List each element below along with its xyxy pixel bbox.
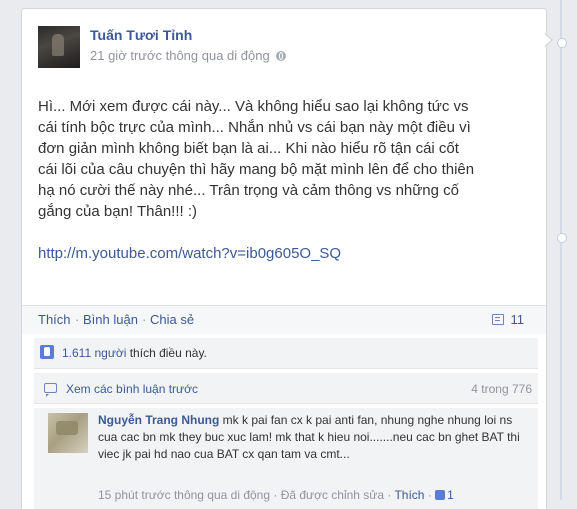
timeline-marker [557,38,567,48]
post-text-line: đơn giản mình không biết bạn là ai... Kh… [38,140,459,157]
author-avatar[interactable] [38,26,80,68]
comment-pager-count: 4 trong 776 [471,382,532,396]
post-text-line: hạ nó cười thế này nhé... Trân trọng và … [38,182,459,199]
like-link[interactable]: Thích [38,312,71,327]
likes-text: 1.611 người thích điều này. [62,346,207,360]
comment-body: Nguyễn Trang Nhung mk k pai fan cx k pai… [98,412,522,463]
post-timestamp[interactable]: 21 giờ trước thông qua di động [90,48,270,63]
comment-link[interactable]: Bình luận [83,312,138,327]
comment-icon [491,314,504,325]
comment-count-value: 11 [510,312,525,327]
timeline-pointer-inner [544,34,551,46]
separator: · [75,312,80,327]
post-actions-bar: Thích · Bình luận · Chia sẻ 11 [22,305,546,334]
commenter-name[interactable]: Nguyễn Trang Nhung [98,413,219,427]
commenter-avatar[interactable] [48,413,88,453]
comment-bubble-icon [44,383,57,397]
comment-item: Nguyễn Trang Nhung mk k pai fan cx k pai… [34,408,538,509]
comment-count[interactable]: 11 [491,312,525,327]
timeline-marker [557,233,567,243]
post-text-line: Hì... Mới xem được cái này... Và không h… [38,98,469,115]
likes-suffix: thích điều này. [126,346,207,360]
youtube-link[interactable]: http://m.youtube.com/watch?v=ib0g605O_SQ [38,243,532,264]
separator: · [142,312,147,327]
view-previous-comments-link[interactable]: Xem các bình luận trước [66,382,198,396]
small-thumb-icon [435,490,446,500]
likers-link[interactable]: 1.611 người [62,346,126,360]
post-card: Tuấn Tươi Tỉnh 21 giờ trước thông qua di… [21,8,547,509]
view-previous-comments[interactable]: Xem các bình luận trước 4 trong 776 [34,373,538,404]
share-link[interactable]: Chia sẻ [150,312,194,327]
post-text-line: gắng của bạn! Thân!!! :) [38,203,198,220]
post-body: Hì... Mới xem được cái này... Và không h… [38,96,532,264]
author-name[interactable]: Tuấn Tươi Tỉnh [90,27,192,43]
globe-icon [275,51,286,61]
timeline-line [560,0,562,500]
post-text-line: cái lõi của câu chuyện thì hãy mang bộ m… [38,161,475,178]
likes-summary: 1.611 người thích điều này. [34,338,538,369]
post-text-line: cái tính bộc trực của mình... Nhắn nhủ v… [38,119,471,136]
post-meta: 21 giờ trước thông qua di động [90,48,286,63]
like-thumb-icon [40,345,54,359]
